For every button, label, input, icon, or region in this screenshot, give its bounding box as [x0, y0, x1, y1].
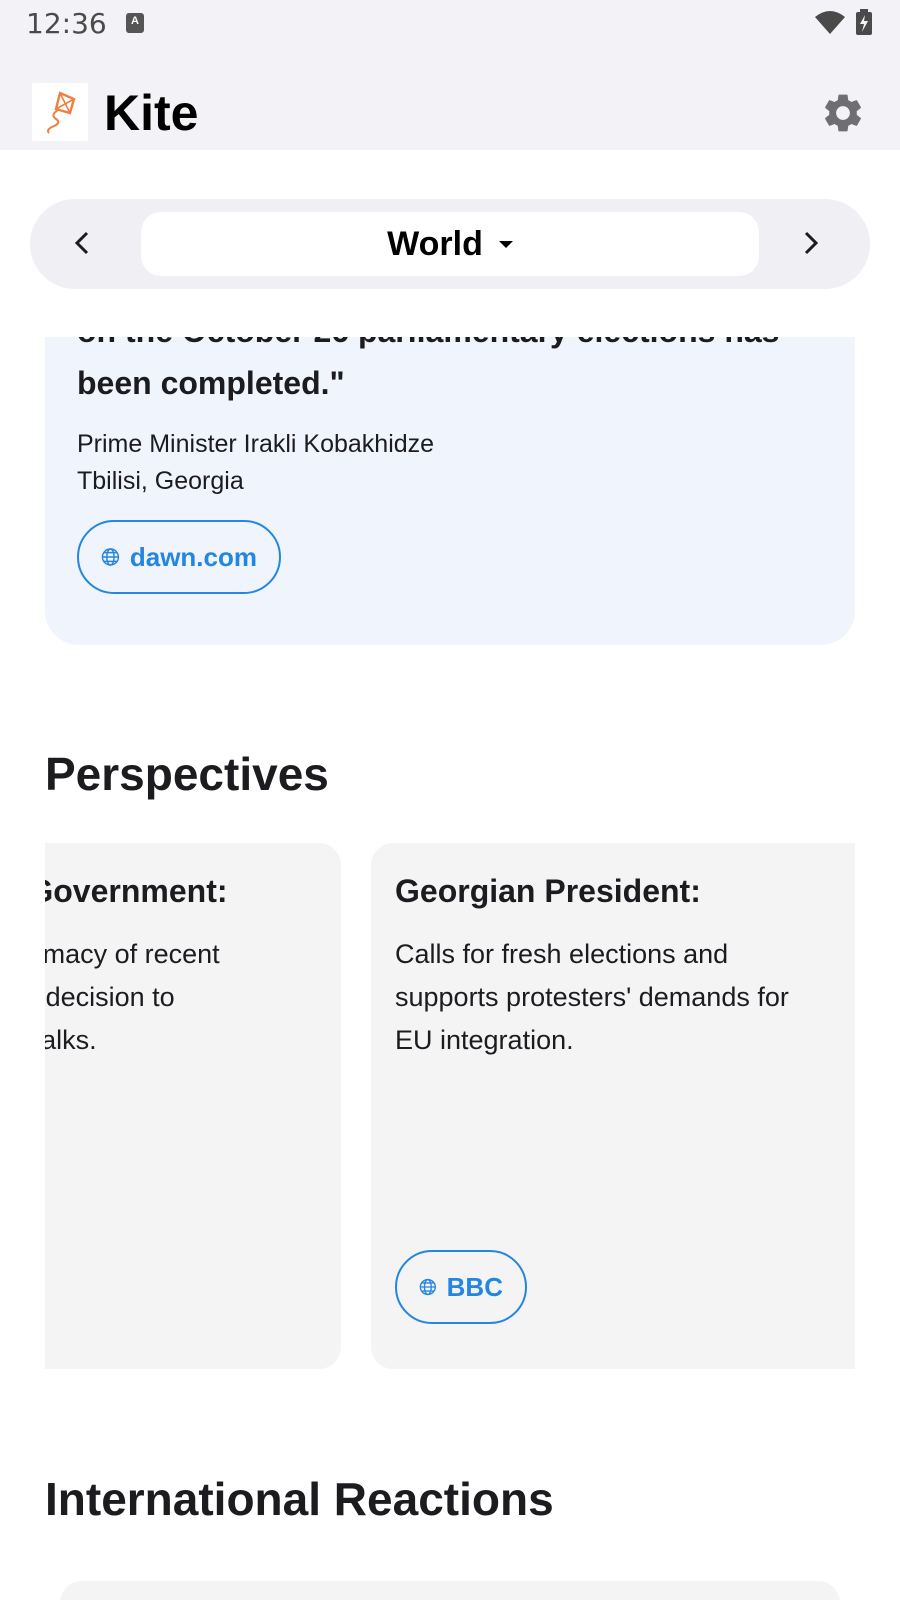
quote-author: Prime Minister Irakli Kobakhidze	[77, 430, 435, 458]
wifi-icon	[815, 11, 845, 34]
perspective-card[interactable]: Georgian Government: Defends legitimacy …	[45, 843, 341, 1369]
international-reactions-title: International Reactions	[45, 1473, 554, 1525]
quote-text-line-1: on the October 26 parliamentary election…	[77, 337, 779, 350]
quote-location: Tbilisi, Georgia	[77, 467, 244, 495]
globe-icon	[419, 1278, 436, 1296]
category-dropdown[interactable]: World	[141, 212, 759, 276]
perspective-text: Defends legitimacy of recent elections a…	[45, 939, 220, 1055]
gear-icon[interactable]	[820, 90, 866, 136]
perspective-heading: Georgian President:	[395, 873, 701, 909]
chevron-right-icon[interactable]	[795, 228, 825, 258]
source-label: BBC	[446, 1271, 503, 1302]
source-chip-bbc[interactable]: BBC	[395, 1250, 527, 1324]
source-chip-dawn[interactable]: dawn.com	[77, 520, 281, 594]
perspective-text: Calls for fresh elections and supports p…	[395, 939, 789, 1055]
app-title: Kite	[104, 85, 199, 141]
app-bar: Kite	[0, 48, 900, 150]
status-bar: 12:36 A	[0, 0, 900, 48]
perspectives-carousel[interactable]: Georgian Government: Defends legitimacy …	[45, 843, 855, 1369]
chevron-left-icon[interactable]	[68, 228, 98, 258]
a-notification-icon: A	[126, 13, 144, 33]
perspective-heading: Georgian Government:	[45, 873, 228, 909]
perspectives-title: Perspectives	[45, 748, 329, 800]
battery-charging-icon	[856, 9, 872, 35]
perspective-card[interactable]: Georgian President: Calls for fresh elec…	[371, 843, 855, 1369]
kite-logo-icon	[32, 83, 88, 141]
quote-card: on the October 26 parliamentary election…	[45, 337, 855, 645]
quote-text-line-2: been completed."	[77, 365, 345, 401]
source-label: dawn.com	[129, 541, 257, 572]
status-time: 12:36	[26, 7, 107, 40]
reaction-card[interactable]	[60, 1581, 840, 1600]
content-scroll[interactable]: on the October 26 parliamentary election…	[0, 337, 900, 1600]
category-label: World	[387, 224, 483, 263]
globe-icon	[101, 548, 120, 566]
chevron-down-icon	[498, 240, 513, 248]
